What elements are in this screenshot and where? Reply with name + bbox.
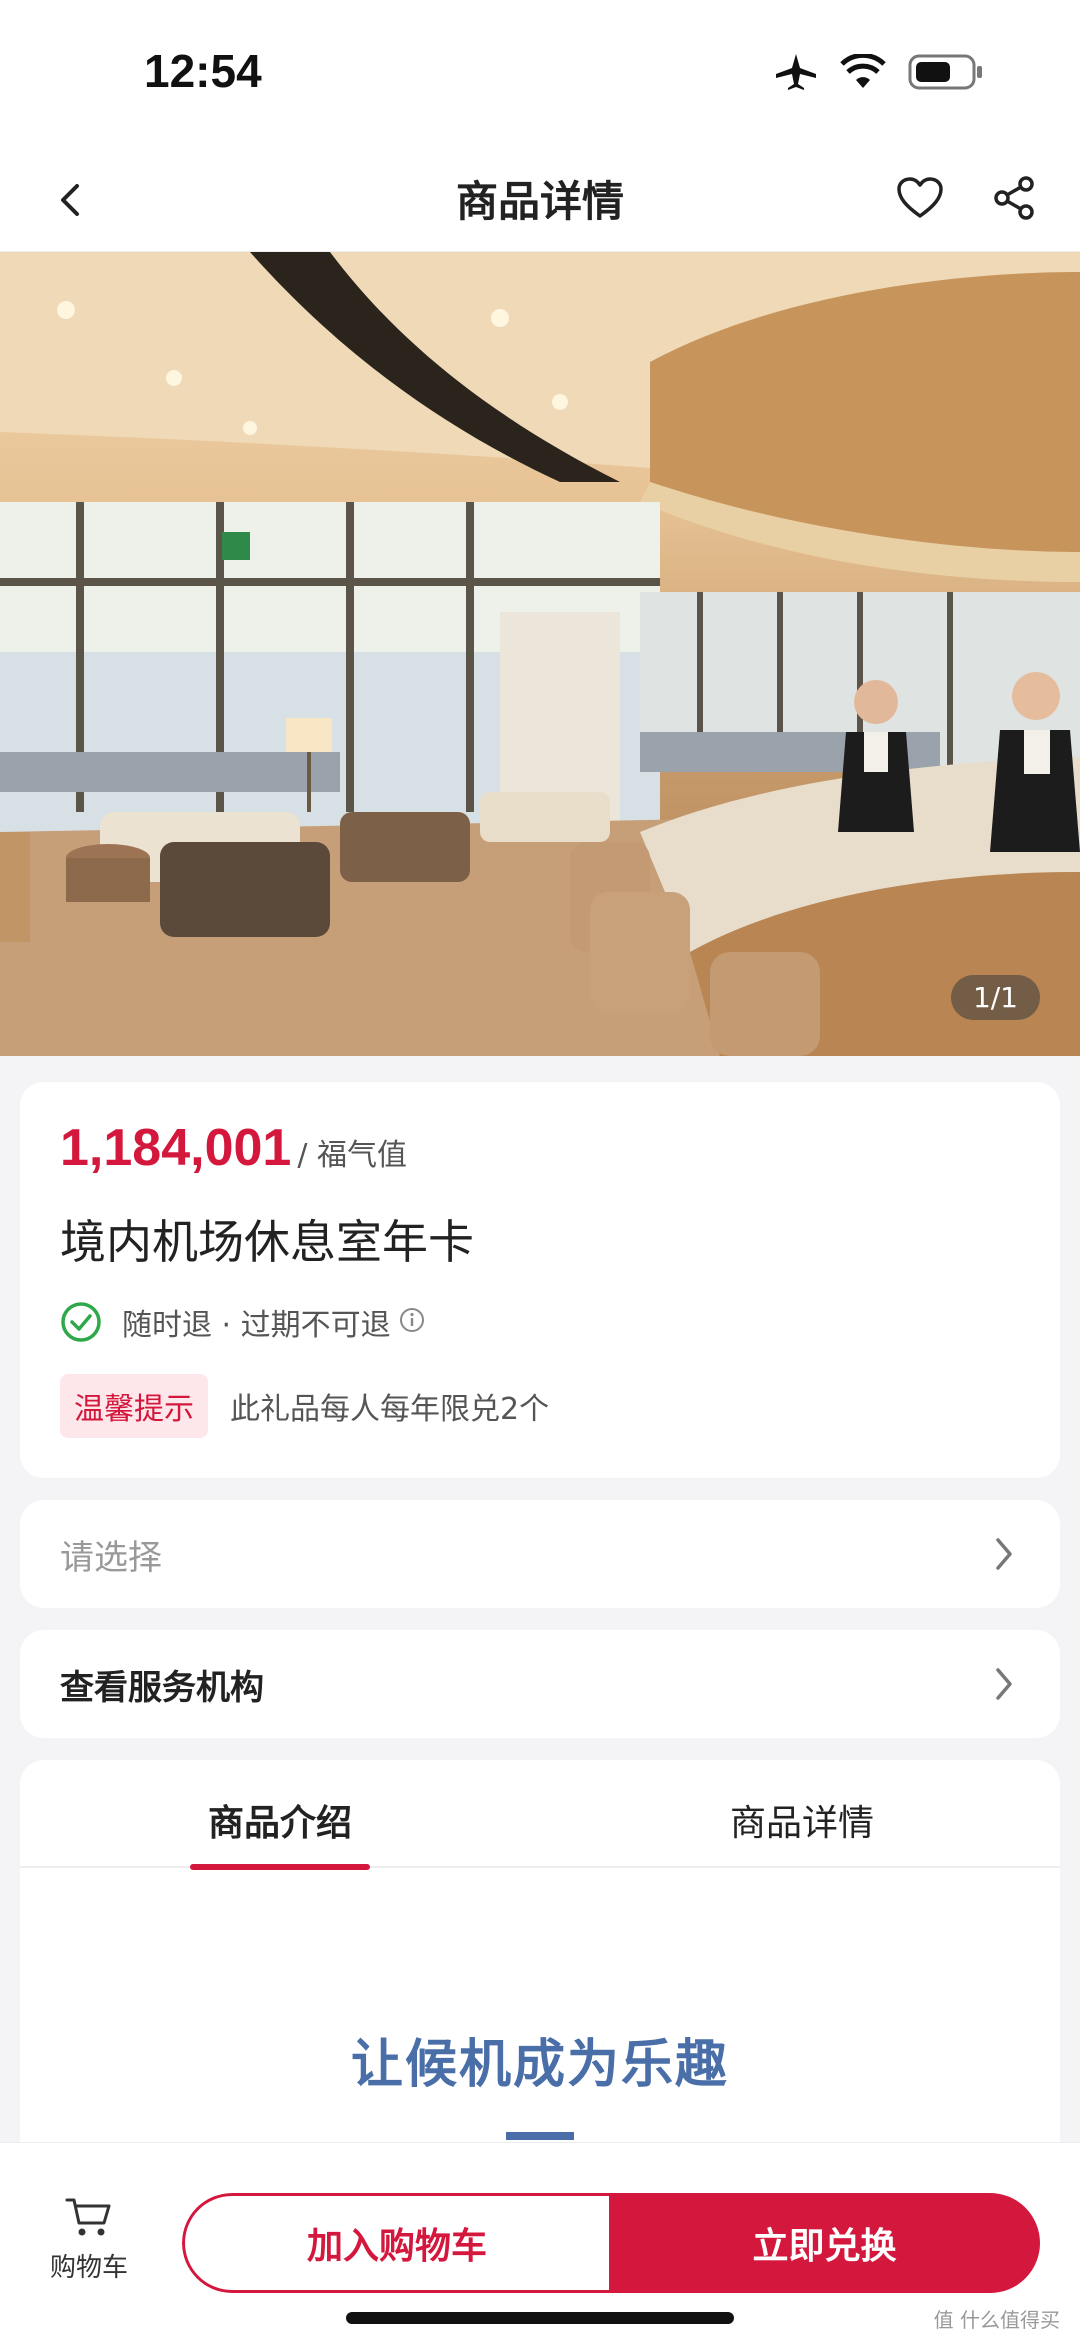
- action-buttons: 加入购物车 立即兑换: [182, 2193, 1040, 2293]
- option-select-row[interactable]: 请选择: [20, 1500, 1060, 1608]
- heart-icon: [897, 177, 943, 218]
- price-value: 1,184,001: [60, 1119, 292, 1177]
- share-button[interactable]: [984, 168, 1044, 228]
- redeem-now-button[interactable]: 立即兑换: [609, 2193, 1040, 2293]
- product-info-card: 1,184,001 / 福气值 境内机场休息室年卡 随时退 · 过期不可退 温馨…: [20, 1082, 1060, 1478]
- nav-bar: 商品详情: [0, 148, 1080, 252]
- intro-heading: 让候机成为乐趣: [350, 2035, 729, 2095]
- tip-badge: 温馨提示: [60, 1374, 208, 1438]
- product-title: 境内机场休息室年卡: [60, 1215, 474, 1269]
- image-counter: 1/1: [950, 975, 1040, 1020]
- status-bar: 12:54: [0, 0, 1080, 148]
- refund-text: 随时退 · 过期不可退: [122, 1308, 391, 1343]
- tip-row: 温馨提示 此礼品每人每年限兑2个: [60, 1374, 549, 1438]
- info-icon[interactable]: [399, 1307, 425, 1337]
- check-circle-icon: [61, 1302, 101, 1342]
- watermark: 值 什么值得买: [933, 2308, 1060, 2332]
- price-unit: / 福气值: [297, 1138, 407, 1173]
- product-image[interactable]: 1/1: [0, 252, 1080, 1056]
- cart-button[interactable]: 购物车: [44, 2195, 134, 2284]
- price-row: 1,184,001 / 福气值: [60, 1118, 407, 1178]
- home-indicator: [346, 2312, 734, 2324]
- service-agency-row[interactable]: 查看服务机构: [20, 1630, 1060, 1738]
- tab-product-intro[interactable]: 商品介绍: [208, 1794, 352, 1846]
- status-icons: [774, 52, 984, 96]
- chevron-right-icon: [996, 1668, 1012, 1700]
- tip-text: 此礼品每人每年限兑2个: [230, 1392, 550, 1427]
- favorite-button[interactable]: [890, 168, 950, 228]
- refund-policy: 随时退 · 过期不可退: [60, 1300, 425, 1344]
- product-tabs-card: 商品介绍 商品详情 让候机成为乐趣: [20, 1760, 1060, 2160]
- intro-divider: [506, 2132, 574, 2140]
- share-icon: [994, 176, 1034, 220]
- cart-icon: [65, 2198, 111, 2236]
- add-to-cart-button[interactable]: 加入购物车: [182, 2193, 609, 2293]
- chevron-right-icon: [996, 1538, 1012, 1570]
- status-time: 12:54: [144, 45, 262, 97]
- active-tab-indicator: [190, 1864, 370, 1870]
- cart-label: 购物车: [49, 2253, 128, 2283]
- wifi-icon: [840, 52, 886, 94]
- airplane-icon: [774, 52, 818, 96]
- tab-product-details[interactable]: 商品详情: [730, 1794, 874, 1846]
- airport-lounge-illustration: [0, 252, 1080, 1056]
- battery-icon: [908, 54, 984, 94]
- tabs-header: 商品介绍 商品详情: [20, 1760, 1060, 1870]
- service-agency-label: 查看服务机构: [60, 1668, 264, 1708]
- option-select-label: 请选择: [60, 1538, 162, 1578]
